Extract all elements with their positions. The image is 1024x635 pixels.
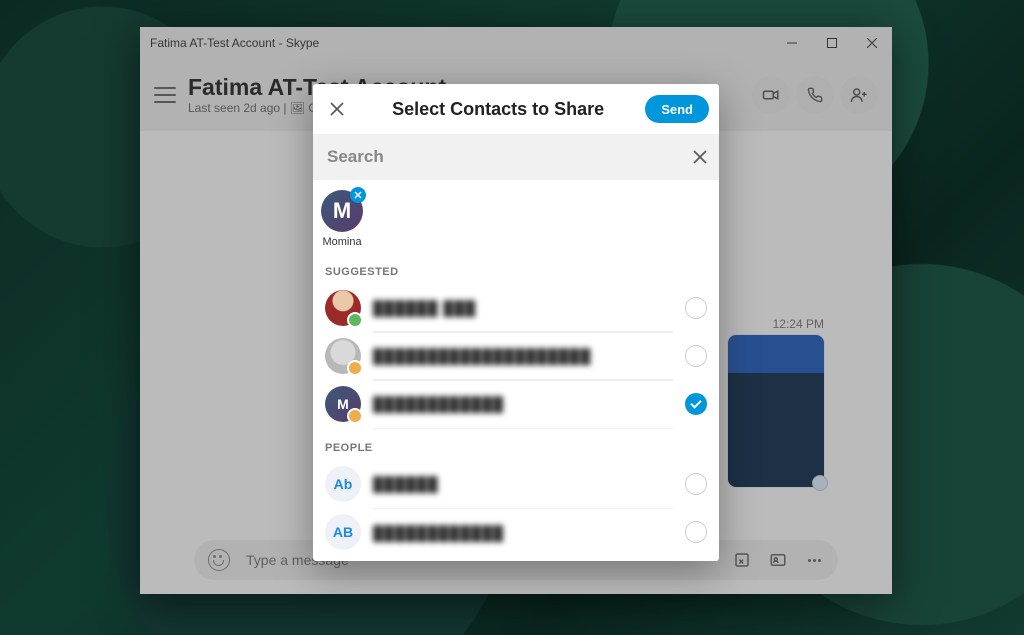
contact-row[interactable]: ████████████████████ [313, 332, 719, 380]
contact-avatar: Ab [325, 466, 361, 502]
dialog-body: M Momina SUGGESTED ██████ ███ ██████████… [313, 180, 719, 561]
presence-away-icon [347, 408, 363, 424]
presence-online-icon [347, 312, 363, 328]
share-contacts-dialog: Select Contacts to Share Send M Momina S… [313, 84, 719, 561]
contact-row[interactable]: ██████ ███ [313, 284, 719, 332]
contact-avatar: AB [325, 514, 361, 550]
contact-name: ████████████████████ [373, 348, 591, 364]
avatar-initial: Ab [334, 476, 353, 492]
contact-avatar: M [325, 386, 361, 422]
contact-select-radio[interactable] [685, 473, 707, 495]
clear-search-button[interactable] [693, 150, 707, 164]
send-button[interactable]: Send [645, 95, 709, 123]
contact-row[interactable]: AB ████████████ [313, 508, 719, 556]
dialog-close-button[interactable] [323, 95, 351, 123]
contact-name: ██████ ███ [373, 300, 476, 316]
remove-selected-icon[interactable] [350, 187, 366, 203]
contact-avatar [325, 338, 361, 374]
contact-avatar [325, 290, 361, 326]
dialog-title: Select Contacts to Share [351, 99, 645, 120]
contact-name: ████████████ [373, 525, 504, 541]
contact-name: ██████ [373, 476, 439, 492]
dialog-header: Select Contacts to Share Send [313, 84, 719, 134]
selected-contact-avatar: M [321, 190, 363, 232]
search-input[interactable] [325, 146, 693, 168]
avatar-initial: M [337, 396, 349, 412]
avatar-initial: M [333, 198, 351, 224]
presence-away-icon [347, 360, 363, 376]
avatar-initial: AB [333, 524, 353, 540]
people-section-label: PEOPLE [313, 428, 719, 460]
contact-select-radio[interactable] [685, 521, 707, 543]
contact-select-radio[interactable] [685, 297, 707, 319]
selected-contact-name: Momina [322, 236, 361, 248]
contact-row[interactable]: Ab ██████ [313, 460, 719, 508]
contact-row[interactable]: M ████████████ [313, 380, 719, 428]
dialog-search-bar [313, 134, 719, 180]
contact-select-radio[interactable] [685, 345, 707, 367]
contact-select-radio[interactable] [685, 393, 707, 415]
contact-name: ████████████ [373, 396, 504, 412]
selected-contact-chip[interactable]: M Momina [321, 190, 363, 248]
suggested-section-label: SUGGESTED [313, 252, 719, 284]
